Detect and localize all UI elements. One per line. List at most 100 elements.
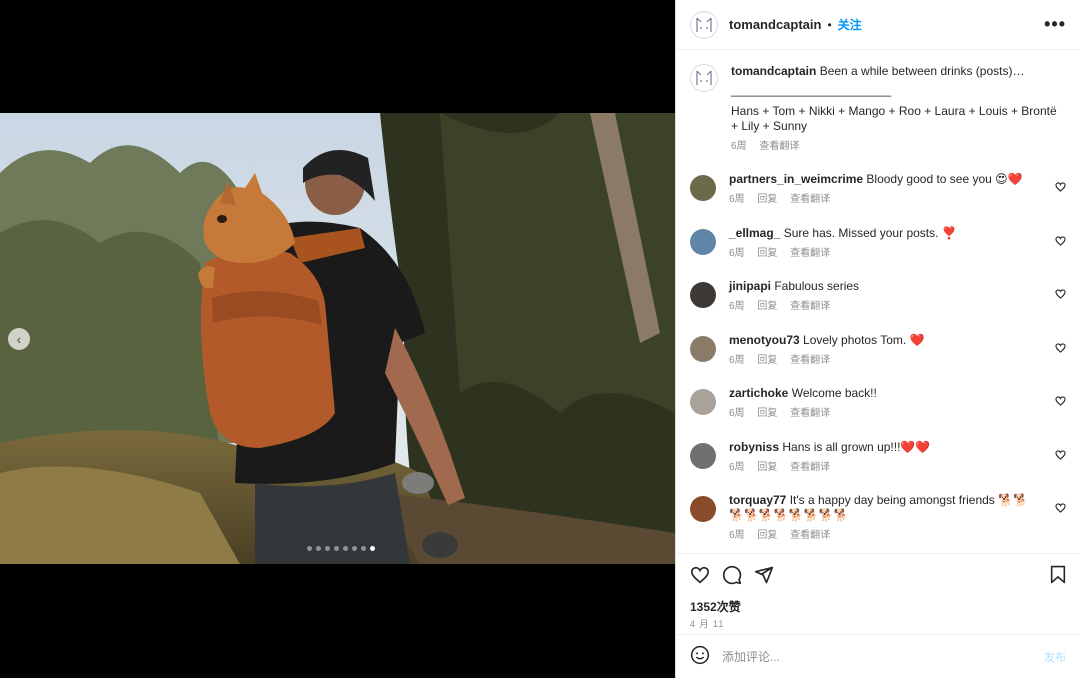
carousel-dot	[316, 546, 321, 551]
commenter-username[interactable]: robyniss	[729, 440, 779, 454]
post-comment-button[interactable]: 发布	[1044, 649, 1066, 665]
cat-logo-icon	[696, 70, 712, 85]
commenter-avatar[interactable]	[690, 282, 716, 308]
comment-thread: partners_in_weimcrime Bloody good to see…	[690, 172, 1066, 547]
see-translation-link[interactable]: 查看翻译	[790, 462, 830, 473]
heart-icon	[1055, 396, 1066, 406]
reply-link[interactable]: 回复	[757, 355, 777, 366]
commenter-avatar[interactable]	[690, 335, 716, 362]
emoji-button[interactable]	[690, 645, 710, 668]
header-separator: •	[827, 17, 832, 32]
previous-slide-button[interactable]: ‹	[8, 328, 30, 350]
author-avatar[interactable]	[690, 10, 718, 39]
like-button[interactable]	[690, 566, 710, 587]
comment-item: torquay77 It's a happy day being amongst…	[690, 493, 1066, 547]
heart-icon	[1055, 182, 1066, 192]
caption-rule: ________________________	[731, 83, 892, 97]
comment-time: 6周	[729, 461, 745, 473]
see-translation-link[interactable]: 查看翻译	[790, 530, 830, 541]
comments-list[interactable]: tomandcaptain Been a while between drink…	[676, 50, 1080, 553]
comment-text: Sure has. Missed your posts. ❣️	[783, 225, 957, 240]
save-button[interactable]	[1050, 565, 1066, 587]
caption-names: Hans + Tom + Nikki + Mango + Roo + Laura…	[731, 104, 1057, 133]
commenter-username[interactable]: jinipapi	[729, 279, 771, 293]
reply-link[interactable]: 回复	[757, 530, 777, 541]
post-photo[interactable]	[0, 113, 675, 564]
see-translation-link[interactable]: 查看翻译	[790, 248, 830, 259]
carousel-dot	[361, 546, 366, 551]
comment-time: 6周	[729, 408, 745, 419]
comment-item: menotyou73 Lovely photos Tom. ❤️ 6周 回复 查…	[690, 333, 1066, 387]
more-options-button[interactable]: •••	[1044, 14, 1066, 35]
heart-icon	[1055, 235, 1066, 246]
cat-logo-icon	[696, 17, 712, 32]
post-caption: tomandcaptain Been a while between drink…	[690, 64, 1066, 154]
commenter-username[interactable]: torquay77	[729, 493, 786, 507]
commenter-avatar[interactable]	[690, 389, 716, 415]
comment-time: 6周	[729, 301, 745, 312]
commenter-avatar[interactable]	[690, 496, 716, 522]
caption-username[interactable]: tomandcaptain	[731, 64, 816, 78]
commenter-username[interactable]: _ellmag_	[729, 226, 780, 240]
reply-link[interactable]: 回复	[757, 194, 777, 205]
comment-button[interactable]	[722, 565, 742, 588]
comment-like-button[interactable]	[1055, 342, 1066, 356]
see-translation-link[interactable]: 查看翻译	[790, 194, 830, 205]
comment-composer: 发布	[676, 634, 1080, 678]
post-panel: tomandcaptain • 关注 ••• tomandcaptain Bee…	[675, 0, 1080, 678]
share-button[interactable]	[754, 565, 774, 588]
post-actions: 1352次赞 4 月 11	[676, 553, 1080, 635]
see-translation-link[interactable]: 查看翻译	[790, 408, 830, 419]
comment-item: robyniss Hans is all grown up!!!❤️❤️ 6周 …	[690, 440, 1066, 494]
carousel-dot	[334, 546, 339, 551]
comment-item: jinipapi Fabulous series 6周 回复 查看翻译	[690, 279, 1066, 333]
commenter-avatar[interactable]	[690, 175, 716, 201]
emoji-icon	[690, 645, 710, 665]
see-translation-link[interactable]: 查看翻译	[790, 301, 830, 312]
bookmark-icon	[1050, 565, 1066, 584]
reply-link[interactable]: 回复	[757, 301, 777, 312]
comment-item: zartichoke Welcome back!! 6周 回复 查看翻译	[690, 386, 1066, 440]
comment-like-button[interactable]	[1055, 235, 1066, 249]
caption-time: 6周	[731, 141, 747, 152]
share-icon	[754, 566, 774, 583]
post-date: 4 月 11	[690, 619, 725, 629]
like-count[interactable]: 1352次赞	[690, 598, 1066, 615]
comment-like-button[interactable]	[1055, 449, 1066, 463]
commenter-username[interactable]: partners_in_weimcrime	[729, 172, 863, 186]
chevron-left-icon: ‹	[16, 331, 22, 347]
author-username[interactable]: tomandcaptain	[729, 17, 821, 32]
caption-avatar[interactable]	[690, 64, 718, 92]
follow-button[interactable]: 关注	[838, 16, 862, 33]
commenter-username[interactable]: zartichoke	[729, 386, 788, 400]
comment-time: 6周	[729, 530, 745, 541]
heart-icon	[1055, 503, 1066, 513]
see-translation-link[interactable]: 查看翻译	[790, 355, 830, 366]
reply-link[interactable]: 回复	[757, 408, 777, 419]
comment-text: Hans is all grown up!!!❤️❤️	[782, 439, 931, 454]
comment-time: 6周	[729, 194, 745, 205]
comment-item: _ellmag_ Sure has. Missed your posts. ❣️…	[690, 226, 1066, 280]
comment-time: 6周	[729, 354, 745, 366]
carousel-dot	[352, 546, 357, 551]
comment-like-button[interactable]	[1055, 181, 1066, 195]
comment-like-button[interactable]	[1055, 288, 1066, 302]
reply-link[interactable]: 回复	[757, 248, 777, 259]
heart-icon	[1055, 289, 1066, 299]
carousel-dot	[307, 546, 312, 551]
comment-icon	[722, 565, 742, 584]
heart-icon	[690, 566, 710, 583]
commenter-avatar[interactable]	[690, 442, 716, 469]
commenter-avatar[interactable]	[690, 228, 716, 255]
comment-time: 6周	[729, 247, 745, 259]
comment-input[interactable]	[722, 649, 1022, 664]
reply-link[interactable]: 回复	[757, 462, 777, 473]
comment-like-button[interactable]	[1055, 395, 1066, 409]
carousel-dot-active	[370, 546, 375, 551]
comment-like-button[interactable]	[1055, 502, 1066, 516]
heart-icon	[1055, 342, 1066, 353]
see-translation-link[interactable]: 查看翻译	[759, 141, 799, 152]
comment-text: Bloody good to see you 😍❤️	[866, 172, 1023, 186]
comment-text: Fabulous series	[774, 279, 860, 293]
commenter-username[interactable]: menotyou73	[729, 333, 800, 347]
